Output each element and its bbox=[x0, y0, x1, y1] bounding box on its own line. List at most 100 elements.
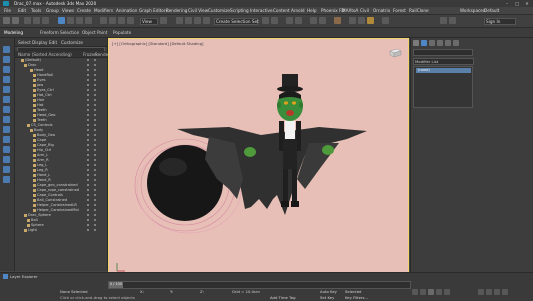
tree-row[interactable]: Ball bbox=[15, 218, 107, 223]
tree-row[interactable]: Leg_L bbox=[15, 163, 107, 168]
move-icon[interactable] bbox=[100, 17, 107, 24]
zoom-icon[interactable] bbox=[478, 289, 484, 295]
pivot-icon[interactable] bbox=[160, 17, 167, 24]
tab-display[interactable]: Display bbox=[32, 40, 47, 45]
freeze-icon[interactable] bbox=[94, 74, 97, 77]
tree-row[interactable]: Cape bbox=[15, 138, 107, 143]
visibility-icon[interactable] bbox=[87, 149, 90, 152]
freeze-icon[interactable] bbox=[94, 209, 97, 212]
tab-select[interactable]: Select bbox=[18, 40, 31, 45]
tree-row[interactable]: Sphere bbox=[15, 223, 107, 228]
freeze-icon[interactable] bbox=[94, 134, 97, 137]
add-time-tag[interactable]: Add Time Tag bbox=[270, 295, 295, 300]
bind-space-warp-icon[interactable] bbox=[42, 17, 49, 24]
tree-row[interactable]: Cape_Rig bbox=[15, 143, 107, 148]
visibility-icon[interactable] bbox=[87, 224, 90, 227]
modify-tab-icon[interactable] bbox=[421, 40, 427, 46]
window-crossing-icon[interactable] bbox=[85, 17, 92, 24]
object-name-field[interactable] bbox=[413, 49, 473, 56]
select-object-icon[interactable] bbox=[58, 17, 65, 24]
display-containers-icon[interactable] bbox=[3, 146, 10, 153]
set-key-button[interactable]: Set Key bbox=[320, 295, 334, 300]
freeze-icon[interactable] bbox=[94, 154, 97, 157]
menu-modifiers[interactable]: Modifiers bbox=[94, 8, 113, 13]
tree-row[interactable]: Teeth bbox=[15, 108, 107, 113]
menu-help[interactable]: Help bbox=[307, 8, 317, 13]
tree-row[interactable]: Drac bbox=[15, 63, 107, 68]
tab-customize[interactable]: Customize bbox=[61, 40, 83, 45]
visibility-icon[interactable] bbox=[87, 174, 90, 177]
menu-scripting[interactable]: Scripting bbox=[230, 8, 249, 13]
visibility-icon[interactable] bbox=[87, 219, 90, 222]
display-hidden-icon[interactable] bbox=[3, 166, 10, 173]
menu-animation[interactable]: Animation bbox=[116, 8, 137, 13]
visibility-icon[interactable] bbox=[87, 109, 90, 112]
visibility-icon[interactable] bbox=[87, 139, 90, 142]
display-all-icon[interactable] bbox=[3, 176, 10, 183]
freeze-icon[interactable] bbox=[94, 224, 97, 227]
pan-icon[interactable] bbox=[486, 289, 492, 295]
freeze-icon[interactable] bbox=[94, 99, 97, 102]
freeze-icon[interactable] bbox=[94, 139, 97, 142]
go-to-start-icon[interactable] bbox=[412, 289, 418, 295]
visibility-icon[interactable] bbox=[87, 179, 90, 182]
tree-row[interactable]: Light bbox=[15, 228, 107, 233]
freeze-icon[interactable] bbox=[94, 184, 97, 187]
menu-edit[interactable]: Edit bbox=[18, 8, 26, 13]
ribbon-tab-selection[interactable]: Selection bbox=[60, 30, 79, 35]
visibility-icon[interactable] bbox=[87, 199, 90, 202]
display-none-icon[interactable] bbox=[3, 46, 10, 53]
menu-civil-view[interactable]: Civil View bbox=[188, 8, 208, 13]
visibility-icon[interactable] bbox=[87, 204, 90, 207]
freeze-icon[interactable] bbox=[94, 109, 97, 112]
render-setup-icon[interactable] bbox=[349, 17, 356, 24]
hierarchy-tab-icon[interactable] bbox=[429, 40, 435, 46]
tree-row[interactable]: Helper_ConstrainedMid bbox=[15, 208, 107, 213]
menu-maxtoa[interactable]: MAXtoA bbox=[342, 8, 358, 13]
ribbon-tab-object-paint[interactable]: Object Paint bbox=[82, 30, 107, 35]
spinner-snap-icon[interactable] bbox=[203, 17, 210, 24]
freeze-icon[interactable] bbox=[94, 159, 97, 162]
play-icon[interactable] bbox=[428, 289, 434, 295]
tree-row[interactable]: Eyes_Ctrl bbox=[15, 88, 107, 93]
layer-explorer-icon[interactable] bbox=[286, 17, 293, 24]
visibility-icon[interactable] bbox=[87, 124, 90, 127]
ribbon-tab-populate[interactable]: Populate bbox=[113, 30, 131, 35]
tree-row[interactable]: Arm_L bbox=[15, 153, 107, 158]
tree-row[interactable]: Head_Geo bbox=[15, 113, 107, 118]
menu-group[interactable]: Group bbox=[46, 8, 59, 13]
menu-railclone[interactable]: RailClone bbox=[409, 8, 429, 13]
freeze-icon[interactable] bbox=[94, 199, 97, 202]
angle-snap-icon[interactable] bbox=[185, 17, 192, 24]
tree-row[interactable]: Hat bbox=[15, 103, 107, 108]
display-spacewarps-icon[interactable] bbox=[3, 106, 10, 113]
display-xrefs-icon[interactable] bbox=[3, 126, 10, 133]
tree-row[interactable]: Hat_Ctrl bbox=[15, 93, 107, 98]
tab-edit[interactable]: Edit bbox=[49, 40, 57, 45]
hold-icon[interactable] bbox=[440, 17, 447, 24]
key-filters-button[interactable]: Key Filters... bbox=[345, 295, 368, 300]
column-name[interactable]: Name (Sorted Ascending) bbox=[18, 52, 72, 57]
tree-row[interactable]: Head bbox=[15, 68, 107, 73]
display-lights-icon[interactable] bbox=[3, 76, 10, 83]
display-tab-icon[interactable] bbox=[445, 40, 451, 46]
visibility-icon[interactable] bbox=[87, 94, 90, 97]
material-editor-icon[interactable] bbox=[334, 17, 341, 24]
freeze-icon[interactable] bbox=[94, 104, 97, 107]
tree-row[interactable]: HandRoll bbox=[15, 73, 107, 78]
freeze-icon[interactable] bbox=[94, 219, 97, 222]
curve-editor-icon[interactable] bbox=[310, 17, 317, 24]
freeze-icon[interactable] bbox=[94, 79, 97, 82]
ribbon-tab-modeling[interactable]: Modeling bbox=[4, 30, 23, 35]
display-groups-icon[interactable] bbox=[3, 116, 10, 123]
visibility-icon[interactable] bbox=[87, 79, 90, 82]
visibility-icon[interactable] bbox=[87, 194, 90, 197]
display-geometry-icon[interactable] bbox=[3, 56, 10, 63]
freeze-icon[interactable] bbox=[94, 129, 97, 132]
freeze-icon[interactable] bbox=[94, 194, 97, 197]
arnold-render-icon[interactable] bbox=[382, 17, 389, 24]
maximize-icon[interactable]: □ bbox=[513, 1, 521, 6]
menu-civil[interactable]: Civil bbox=[360, 8, 369, 13]
freeze-icon[interactable] bbox=[94, 64, 97, 67]
visibility-icon[interactable] bbox=[87, 64, 90, 67]
